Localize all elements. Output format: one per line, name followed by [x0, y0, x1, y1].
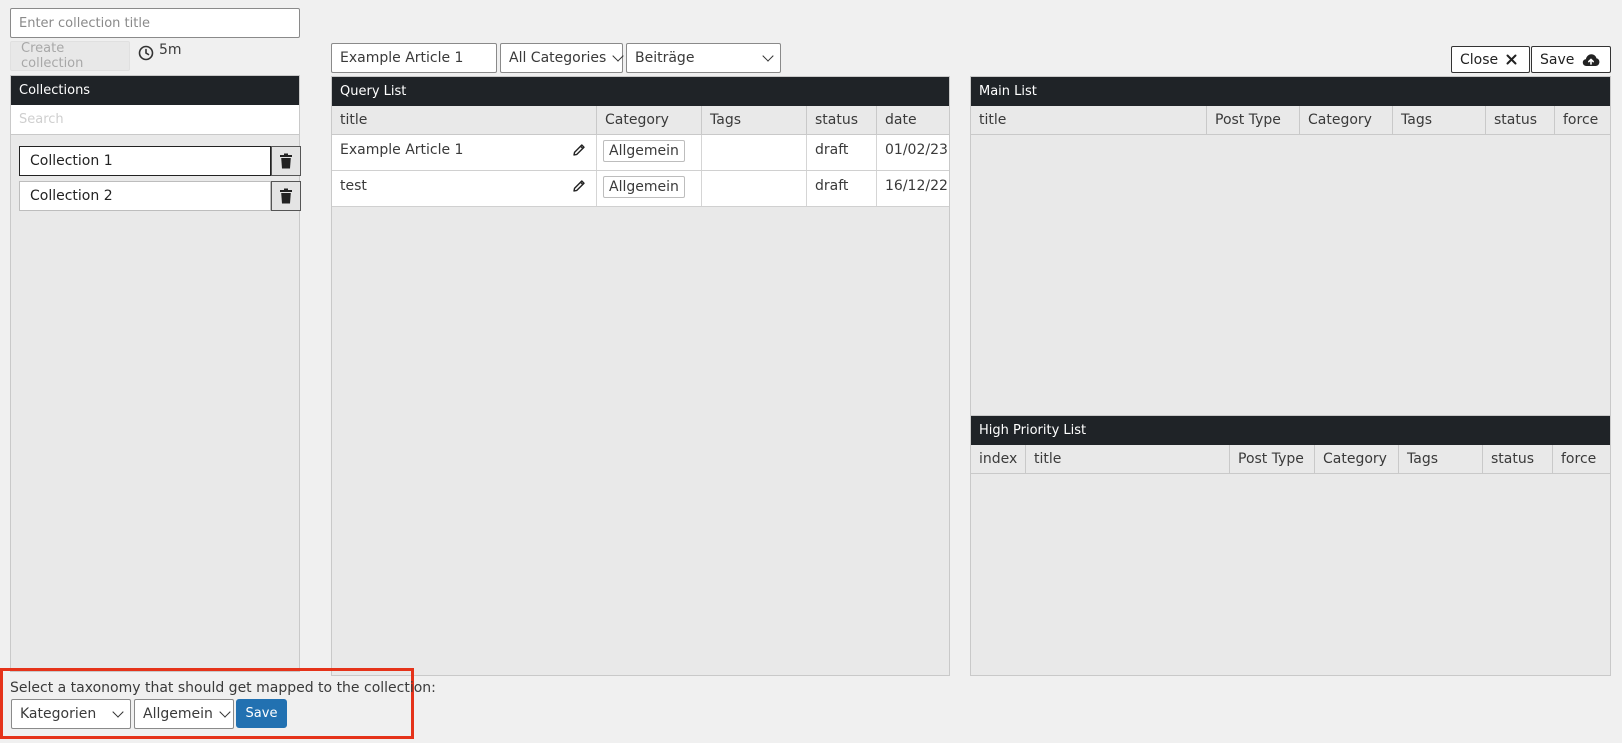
column-title[interactable]: title	[1026, 445, 1230, 473]
term-select[interactable]: Allgemein	[134, 699, 234, 729]
column-date[interactable]: date	[877, 106, 949, 134]
column-title[interactable]: title	[332, 106, 597, 134]
column-status[interactable]: status	[807, 106, 877, 134]
query-list-panel: Query List title Category Tags status da…	[331, 76, 950, 676]
row-tags	[702, 171, 807, 206]
chevron-down-icon	[112, 706, 124, 718]
column-tags[interactable]: Tags	[702, 106, 807, 134]
row-tags	[702, 135, 807, 170]
close-label: Close	[1460, 51, 1499, 68]
collection-item[interactable]: Collection 1	[19, 146, 301, 176]
main-list-panel: Main List title Post Type Category Tags …	[970, 76, 1611, 416]
taxonomy-select-value: Kategorien	[20, 706, 97, 722]
column-category[interactable]: Category	[597, 106, 702, 134]
close-button[interactable]: Close	[1451, 46, 1530, 73]
table-row[interactable]: test Allgemein draft 16/12/22	[332, 171, 949, 207]
row-title: test	[340, 178, 367, 194]
cloud-upload-icon	[1582, 53, 1600, 67]
trash-icon	[279, 153, 293, 169]
query-search-input[interactable]: Example Article 1	[331, 43, 497, 73]
post-type-value: Beiträge	[635, 50, 695, 66]
row-title: Example Article 1	[340, 142, 464, 158]
collection-item-label[interactable]: Collection 1	[19, 146, 271, 176]
timer-text: 5m	[159, 42, 182, 58]
chevron-down-icon	[762, 50, 774, 62]
column-force[interactable]: force	[1555, 106, 1610, 134]
query-list-columns: title Category Tags status date	[332, 106, 949, 135]
row-status: draft	[807, 135, 877, 170]
pencil-icon[interactable]	[572, 143, 586, 157]
collection-item-label[interactable]: Collection 2	[19, 181, 271, 211]
taxonomy-select[interactable]: Kategorien	[11, 699, 131, 729]
main-list-columns: title Post Type Category Tags status for…	[971, 106, 1610, 135]
collection-item[interactable]: Collection 2	[19, 181, 301, 211]
category-filter-select[interactable]: All Categories	[500, 43, 624, 73]
row-status: draft	[807, 171, 877, 206]
row-date: 01/02/23	[885, 142, 948, 158]
category-filter-value: All Categories	[509, 50, 607, 66]
collections-header: Collections	[11, 76, 299, 105]
column-category[interactable]: Category	[1300, 106, 1393, 134]
delete-collection-button[interactable]	[271, 181, 301, 211]
column-post-type[interactable]: Post Type	[1207, 106, 1300, 134]
chevron-down-icon	[219, 706, 231, 718]
category-pill: Allgemein	[603, 176, 685, 198]
column-force[interactable]: force	[1553, 445, 1610, 473]
create-collection-button[interactable]: Create collection	[10, 41, 130, 71]
column-category[interactable]: Category	[1315, 445, 1399, 473]
collection-title-input[interactable]: Enter collection title	[10, 8, 300, 38]
timer: 5m	[138, 42, 182, 61]
high-priority-list-header: High Priority List	[971, 416, 1610, 445]
taxonomy-save-button[interactable]: Save	[236, 699, 287, 728]
term-select-value: Allgemein	[143, 706, 213, 722]
query-list-header: Query List	[332, 77, 949, 106]
main-list-header: Main List	[971, 77, 1610, 106]
save-label: Save	[1540, 51, 1575, 68]
high-priority-list-columns: index title Post Type Category Tags stat…	[971, 445, 1610, 474]
category-pill: Allgemein	[603, 140, 685, 162]
table-row[interactable]: Example Article 1 Allgemein draft 01/02/…	[332, 135, 949, 171]
column-tags[interactable]: Tags	[1399, 445, 1483, 473]
collections-panel: Collections Search Collection 1 Collecti…	[10, 75, 301, 672]
taxonomy-prompt: Select a taxonomy that should get mapped…	[10, 680, 436, 696]
clock-icon	[138, 45, 154, 61]
post-type-select[interactable]: Beiträge	[626, 43, 781, 73]
pencil-icon[interactable]	[572, 179, 586, 193]
column-status[interactable]: status	[1486, 106, 1555, 134]
chevron-down-icon	[612, 50, 624, 62]
row-date: 16/12/22	[885, 178, 948, 194]
trash-icon	[279, 188, 293, 204]
high-priority-list-panel: High Priority List index title Post Type…	[970, 415, 1611, 676]
column-index[interactable]: index	[971, 445, 1026, 473]
save-button[interactable]: Save	[1531, 46, 1611, 73]
collections-search-input[interactable]: Search	[11, 105, 299, 135]
delete-collection-button[interactable]	[271, 146, 301, 176]
column-post-type[interactable]: Post Type	[1230, 445, 1315, 473]
column-title[interactable]: title	[971, 106, 1207, 134]
close-icon	[1506, 54, 1517, 65]
column-status[interactable]: status	[1483, 445, 1553, 473]
column-tags[interactable]: Tags	[1393, 106, 1486, 134]
